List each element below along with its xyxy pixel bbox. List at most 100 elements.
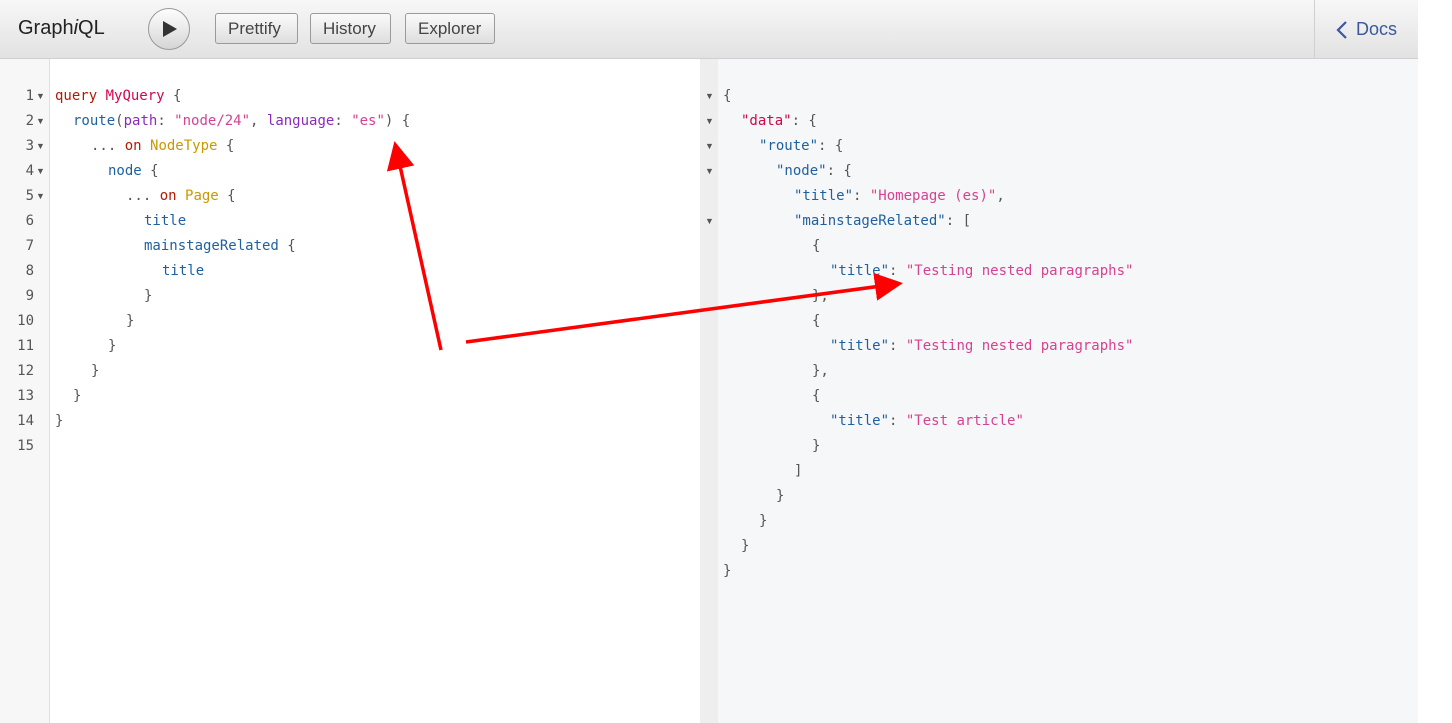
code-line-3: ... on NodeType {	[91, 134, 234, 159]
query-editor[interactable]: query MyQuery { route(path: "node/24", l…	[50, 59, 700, 723]
line-number: 2	[25, 113, 34, 129]
type-token: Page	[185, 188, 219, 204]
json-punctuation: ,	[996, 188, 1005, 204]
result-viewer[interactable]: { "data": { "route": { "node": { "title"…	[718, 59, 1418, 723]
line-number: 12	[17, 363, 34, 379]
code-line-7: mainstageRelated {	[144, 234, 296, 259]
fold-triangle-icon[interactable]: ▼	[705, 84, 714, 109]
json-punctuation: :	[889, 338, 906, 354]
result-line: "route": {	[759, 134, 843, 159]
json-punctuation: : {	[826, 163, 852, 179]
app-logo: GraphiQL	[18, 17, 105, 40]
field-token: mainstageRelated	[144, 238, 279, 254]
code-line-4: node {	[108, 159, 159, 184]
line-number: 9	[25, 288, 34, 304]
chevron-left-icon	[1336, 21, 1347, 39]
code-line-12: }	[91, 363, 100, 379]
operation-name-token: MyQuery	[105, 88, 165, 104]
pane-divider[interactable]: ▼ ▼ ▼ ▼ ▼	[700, 59, 718, 723]
line-number: 7	[25, 238, 34, 254]
run-query-button[interactable]	[148, 8, 190, 50]
code-line-1: query MyQuery {	[55, 84, 181, 109]
keyword-token: query	[55, 88, 98, 104]
fold-triangle-icon[interactable]: ▼	[705, 209, 714, 234]
line-number: 15	[17, 438, 34, 454]
json-punctuation: :	[853, 188, 870, 204]
type-token: NodeType	[150, 138, 218, 154]
json-punctuation: : {	[791, 113, 817, 129]
json-string-value: "Testing nested paragraphs"	[905, 263, 1134, 279]
line-number-gutter: 1 ▼ 2 ▼ 3 ▼ 4 ▼ 5 ▼ 6 7 8 9 10 11 12 13 …	[0, 59, 50, 723]
json-key: "title"	[830, 413, 890, 429]
code-line-2: route(path: "node/24", language: "es") {	[73, 109, 410, 134]
spread-token: ...	[91, 138, 125, 154]
result-line: "data": {	[741, 109, 817, 134]
json-punctuation: : {	[818, 138, 844, 154]
keyword-token: on	[159, 188, 177, 204]
code-line-14: }	[55, 413, 64, 429]
json-punctuation: :	[889, 263, 906, 279]
result-line: {	[812, 388, 821, 404]
explorer-button[interactable]: Explorer	[405, 13, 495, 44]
line-number: 6	[25, 213, 34, 229]
prettify-button[interactable]: Prettify	[215, 13, 298, 44]
paren-token: (	[115, 113, 124, 129]
string-token: "es"	[351, 113, 385, 129]
fold-triangle-icon[interactable]: ▼	[36, 184, 45, 209]
result-line: "node": {	[776, 159, 852, 184]
json-string-value: "Homepage (es)"	[869, 188, 997, 204]
code-line-11: }	[108, 338, 117, 354]
paren-token: ) {	[384, 113, 411, 129]
play-icon	[163, 21, 177, 37]
fold-triangle-icon[interactable]: ▼	[36, 84, 45, 109]
line-number: 1	[25, 88, 34, 104]
brace-token: {	[217, 138, 235, 154]
json-key: "data"	[741, 113, 792, 129]
json-punctuation: : [	[945, 213, 972, 229]
colon-token: :	[334, 113, 352, 129]
keyword-token: on	[124, 138, 142, 154]
line-number: 10	[17, 313, 34, 329]
result-line: }	[812, 438, 821, 454]
json-key: "mainstageRelated"	[794, 213, 946, 229]
code-line-5: ... on Page {	[126, 184, 236, 209]
json-key: "title"	[830, 338, 890, 354]
brace-token: {	[278, 238, 296, 254]
line-number: 11	[17, 338, 34, 354]
result-line: ]	[794, 463, 803, 479]
result-line: "mainstageRelated": [	[794, 209, 971, 234]
json-key: "title"	[830, 263, 890, 279]
result-line: }	[776, 488, 785, 504]
fold-triangle-icon[interactable]: ▼	[36, 109, 45, 134]
argument-token: path	[123, 113, 158, 129]
toolbar: GraphiQL Prettify History Explorer Docs	[0, 0, 1418, 59]
string-token: "node/24"	[174, 113, 251, 129]
line-number: 3	[25, 138, 34, 154]
colon-token: :	[157, 113, 175, 129]
result-line: "title": "Testing nested paragraphs"	[830, 259, 1133, 284]
argument-token: language	[266, 113, 335, 129]
result-line: },	[812, 363, 829, 379]
fold-triangle-icon[interactable]: ▼	[705, 134, 714, 159]
result-line: {	[812, 313, 821, 329]
json-string-value: "Test article"	[905, 413, 1024, 429]
fold-triangle-icon[interactable]: ▼	[705, 109, 714, 134]
history-button[interactable]: History	[310, 13, 391, 44]
docs-button[interactable]: Docs	[1314, 0, 1418, 58]
fold-triangle-icon[interactable]: ▼	[705, 159, 714, 184]
logo-suffix: QL	[78, 17, 105, 39]
fold-triangle-icon[interactable]: ▼	[36, 159, 45, 184]
code-line-10: }	[126, 313, 135, 329]
comma-token: ,	[250, 113, 267, 129]
result-line: {	[812, 238, 821, 254]
brace-token: {	[218, 188, 236, 204]
field-token: route	[73, 113, 116, 129]
docs-label: Docs	[1356, 19, 1398, 39]
result-line: },	[812, 288, 829, 304]
fold-triangle-icon[interactable]: ▼	[36, 134, 45, 159]
result-line: "title": "Testing nested paragraphs"	[830, 334, 1133, 359]
json-key: "route"	[759, 138, 819, 154]
field-token: title	[144, 213, 187, 229]
json-punctuation: :	[889, 413, 906, 429]
code-line-8: title	[162, 259, 204, 284]
